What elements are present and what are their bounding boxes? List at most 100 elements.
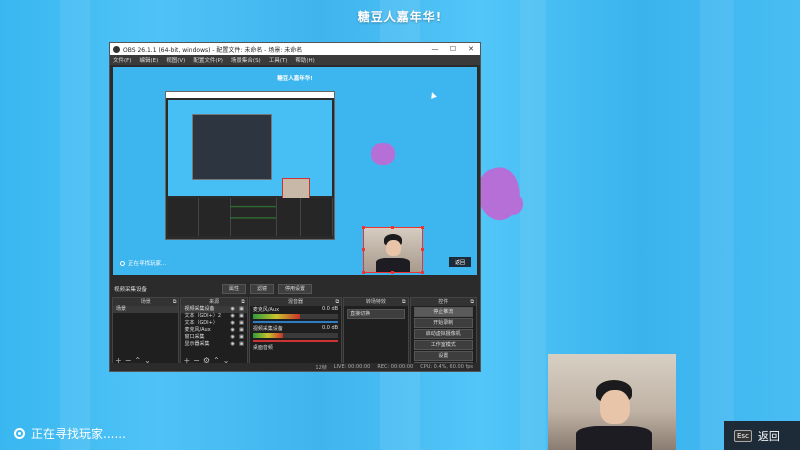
loading-icon (120, 260, 125, 266)
lock-icon[interactable]: ▣ (239, 334, 244, 341)
volume-slider[interactable] (252, 321, 339, 323)
resize-handle[interactable] (362, 248, 365, 251)
close-button[interactable]: ✕ (462, 43, 480, 55)
obs-titlebar[interactable]: OBS 26.1.1 (64-bit, windows) - 配置文件: 未命名… (110, 43, 480, 55)
dock-float-icon[interactable]: ⧉ (470, 298, 474, 306)
nested-dock (230, 198, 277, 236)
visibility-eye-icon[interactable]: ◉ (231, 313, 235, 320)
lock-icon[interactable]: ▣ (239, 313, 244, 320)
volume-meter (252, 314, 339, 319)
dock-float-icon[interactable]: ⧉ (173, 298, 177, 306)
controls-dock-title: 控件 (438, 299, 449, 305)
preview-status-text: 正在寻找玩家... (128, 261, 167, 267)
lock-icon[interactable]: ▣ (239, 306, 244, 313)
resize-handle[interactable] (421, 271, 424, 274)
menu-help[interactable]: 帮助(H) (295, 56, 314, 64)
scene-item[interactable]: 场景 (113, 306, 179, 313)
rec-timer: REC: 00:00:00 (377, 364, 414, 370)
webcam-overlay (548, 354, 676, 450)
visibility-eye-icon[interactable]: ◉ (231, 334, 235, 341)
mixer-channel-name: 视频采集设备 (252, 326, 283, 332)
source-item[interactable]: 显示器采集 ◉ ▣ (181, 341, 246, 348)
source-item[interactable]: 文本（GDI+）2 ◉ ▣ (181, 313, 246, 320)
transition-select[interactable]: 直接切换 (347, 309, 405, 319)
source-item[interactable]: 窗口采集 ◉ ▣ (181, 334, 246, 341)
nested-obs-capture (165, 91, 335, 240)
source-item-label: 文本（GDI+） (184, 320, 218, 326)
scenes-dock: 场景 ⧉ 场景 +−⌃⌄ (112, 297, 180, 367)
background-stripe (520, 0, 546, 450)
controls-dock: 控件⧉ 停止推流 开始录制 启动虚拟摄像机 工作室模式 设置 退出 (409, 297, 477, 372)
menu-edit[interactable]: 编辑(E) (139, 56, 158, 64)
selected-source-label: 视频采集设备 (114, 286, 148, 293)
visibility-eye-icon[interactable]: ◉ (231, 327, 235, 334)
lock-icon[interactable]: ▣ (239, 320, 244, 327)
resize-handle[interactable] (421, 248, 424, 251)
resize-handle[interactable] (421, 226, 424, 229)
visibility-eye-icon[interactable]: ◉ (231, 341, 235, 348)
mixer-channel-header: 麦克风/Aux 0.0 dB (250, 306, 341, 313)
maximize-button[interactable]: ☐ (444, 43, 462, 55)
visibility-eye-icon[interactable]: ◉ (231, 306, 235, 313)
stop-streaming-button[interactable]: 停止推流 (413, 307, 473, 317)
cpu-fps: CPU: 0.4%, 60.00 fps (420, 364, 473, 370)
transitions-dock: 转场特效 ⧉ 直接切换 (343, 297, 409, 367)
visibility-eye-icon[interactable]: ◉ (231, 320, 235, 327)
resize-handle[interactable] (391, 226, 394, 229)
source-item[interactable]: 视频采集设备 ◉ ▣ (181, 306, 247, 313)
preview-back-button: 返回 (449, 257, 471, 267)
dropped-frames: 12帧 (315, 364, 327, 371)
resize-handle[interactable] (362, 226, 365, 229)
menu-profile[interactable]: 配置文件(P) (193, 56, 223, 64)
menu-scene-collection[interactable]: 场景集合(S) (231, 56, 261, 64)
menu-tools[interactable]: 工具(T) (269, 56, 288, 64)
properties-button[interactable]: 属性 (222, 283, 247, 294)
preview-webcam-source[interactable] (362, 226, 424, 274)
volume-slider-muted[interactable] (252, 340, 339, 342)
nested-dock (300, 198, 333, 236)
lock-icon[interactable]: ▣ (239, 341, 244, 348)
nested-inner-capture (192, 114, 272, 180)
obs-preview[interactable]: 糖豆人嘉年华! 正在寻找玩家... 返回 (113, 67, 477, 275)
deactivate-button[interactable]: 停用设置 (278, 283, 313, 294)
minimize-button[interactable]: — (426, 43, 444, 55)
source-item[interactable]: 文本（GDI+） ◉ ▣ (181, 320, 246, 327)
dock-float-icon[interactable]: ⧉ (336, 298, 340, 306)
live-timer: LIVE: 00:00:00 (333, 364, 371, 370)
volume-meter (252, 333, 339, 338)
studio-mode-button[interactable]: 工作室模式 (413, 340, 473, 350)
lock-icon[interactable]: ▣ (239, 327, 244, 334)
nested-titlebar (166, 92, 334, 98)
nested-preview (168, 100, 332, 200)
mixer-dock: 混音器 ⧉ 麦克风/Aux 0.0 dB 视频采集设备 0.0 dB 桌面音频 (248, 297, 343, 367)
background-stripe (60, 0, 90, 450)
start-recording-button[interactable]: 开始录制 (413, 318, 473, 328)
mixer-channel-name: 麦克风/Aux (252, 307, 280, 313)
matchmaking-status: 正在寻找玩家...... (14, 425, 126, 442)
nested-dock (168, 198, 199, 236)
dock-float-icon[interactable]: ⧉ (402, 298, 406, 306)
source-item[interactable]: 麦克风/Aux ◉ ▣ (181, 327, 246, 334)
person-head (600, 390, 630, 424)
menu-view[interactable]: 视图(V) (166, 56, 185, 64)
filters-button[interactable]: 滤镜 (250, 283, 275, 294)
start-virtual-camera-button[interactable]: 启动虚拟摄像机 (413, 329, 473, 339)
back-button-label: 返回 (757, 429, 780, 443)
obs-logo-icon (113, 45, 120, 53)
mixer-dock-title: 混音器 (287, 299, 303, 305)
back-button[interactable]: Esc 返回 (724, 421, 800, 450)
settings-button[interactable]: 设置 (413, 351, 473, 361)
source-item-label: 显示器采集 (184, 341, 210, 347)
nested-dock (198, 198, 231, 236)
dock-float-icon[interactable]: ⧉ (241, 298, 245, 306)
resize-handle[interactable] (362, 271, 365, 274)
resize-handle[interactable] (391, 271, 394, 274)
source-item-label: 窗口采集 (184, 334, 205, 340)
nested-dock (276, 198, 301, 236)
background-stripe (700, 0, 734, 450)
person-body (576, 426, 652, 450)
menu-file[interactable]: 文件(F) (113, 56, 131, 64)
obs-docks: 场景 ⧉ 场景 +−⌃⌄ 来源 ⧉ 视频采集设备 ◉ ▣ 文本（GDI+）2 ◉ ▣ 文本（… (112, 297, 478, 372)
mouse-cursor-icon (429, 91, 437, 99)
preview-bean-character (371, 143, 395, 165)
